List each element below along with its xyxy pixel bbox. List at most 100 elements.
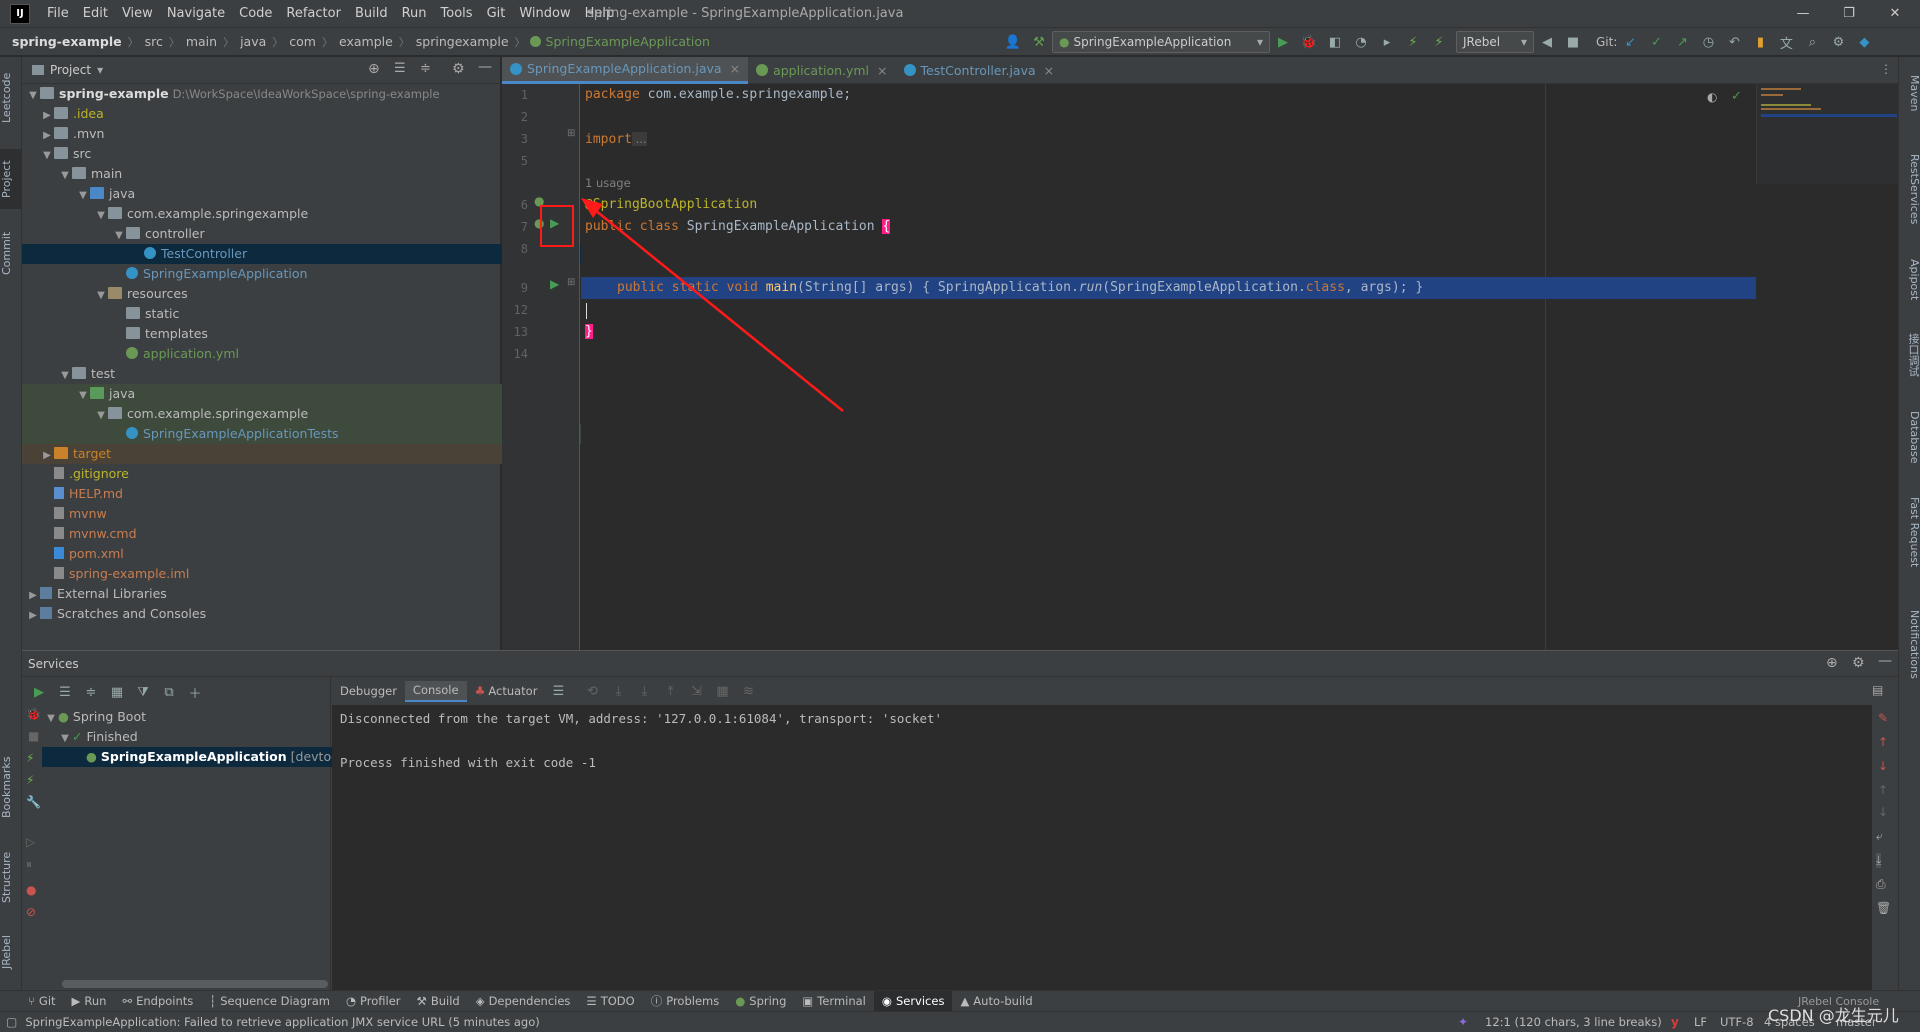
breadcrumb-springexample[interactable]: springexample <box>414 34 511 49</box>
breadcrumb-class[interactable]: SpringExampleApplication <box>544 34 712 49</box>
menu-tools[interactable]: Tools <box>434 0 480 28</box>
chevron-down-icon[interactable]: ▼ <box>26 86 40 106</box>
tree-item-mvnw-cmd[interactable]: mvnw.cmd <box>22 524 533 544</box>
tool-services[interactable]: ◉ Services <box>873 990 953 1012</box>
close-tab-icon[interactable]: × <box>1044 63 1054 78</box>
tab-console[interactable]: Console <box>404 680 467 702</box>
reader-mode-icon[interactable]: ◐ <box>1707 90 1717 104</box>
more-run-icon[interactable]: ▸ <box>1376 31 1398 53</box>
close-icon[interactable]: ✕ <box>1872 0 1918 28</box>
tool-tab-database[interactable]: Database <box>1899 402 1920 472</box>
status-toggle-icon[interactable]: ▢ <box>6 1015 17 1029</box>
mute-breakpoints-icon[interactable]: ⊘ <box>26 905 36 919</box>
tool-tab-jrebel[interactable]: JRebel <box>0 922 22 982</box>
hide-panel-icon[interactable]: — <box>478 59 492 75</box>
chevron-down-icon[interactable]: ▼ <box>94 286 108 306</box>
menu-window[interactable]: Window <box>512 0 577 28</box>
menu-run[interactable]: Run <box>395 0 434 28</box>
tab-debugger[interactable]: Debugger <box>332 681 405 702</box>
usage-hint[interactable]: 1 usage <box>585 176 631 190</box>
run-icon[interactable]: ▶ <box>1272 31 1294 53</box>
breadcrumb-project[interactable]: spring-example <box>10 34 124 49</box>
jrebel-status-icon[interactable]: y <box>1671 1015 1679 1029</box>
pause-icon[interactable]: ⏸ <box>26 857 32 872</box>
menu-code[interactable]: Code <box>232 0 279 28</box>
menu-refactor[interactable]: Refactor <box>279 0 348 28</box>
tool-tab-apipost[interactable]: Apipost <box>1899 247 1920 312</box>
breakpoints-icon[interactable]: ● <box>26 883 36 897</box>
chevron-down-icon[interactable]: ▼ <box>44 709 58 729</box>
tool-auto-build[interactable]: ▲ Auto-build <box>952 991 1040 1012</box>
clear-icon[interactable]: ✎ <box>1878 711 1888 725</box>
expand-all-icon[interactable]: ☰ <box>54 681 76 703</box>
new-tab-icon[interactable]: ⧉ <box>158 681 180 703</box>
chevron-down-icon[interactable]: ▼ <box>40 146 54 166</box>
locate-icon[interactable]: ⊕ <box>368 61 380 77</box>
fold-icon[interactable]: ⊞ <box>567 277 575 288</box>
menu-build[interactable]: Build <box>348 0 395 28</box>
service-springexampleapplication[interactable]: ● SpringExampleApplication [devtools] <box>42 747 372 767</box>
collapse-all-icon[interactable]: ≑ <box>80 681 102 703</box>
run-main-gutter-icon[interactable]: ▶ <box>550 277 559 291</box>
tree-item-test[interactable]: ▼ test <box>22 364 537 384</box>
chevron-down-icon[interactable]: ▼ <box>58 729 72 749</box>
menu-git[interactable]: Git <box>480 0 513 28</box>
chevron-down-icon[interactable]: ▾ <box>97 63 103 77</box>
tree-item-help-md[interactable]: HELP.md <box>22 484 533 504</box>
fold-icon[interactable]: ⊞ <box>567 128 575 139</box>
tab-application-yml[interactable]: application.yml × <box>748 57 895 84</box>
close-tab-icon[interactable]: × <box>877 63 887 78</box>
settings-gear-icon[interactable]: ⚙ <box>452 61 465 77</box>
tool-git[interactable]: ⑂ Git <box>20 991 64 1012</box>
tool-tab-api-debug[interactable]: 接口调试 <box>1899 325 1920 385</box>
breadcrumb-example[interactable]: example <box>337 34 395 49</box>
tool-build[interactable]: ⚒ Build <box>409 991 468 1012</box>
jrebel-run-icon[interactable]: ⚡ <box>1402 31 1424 53</box>
tool-tab-bookmarks[interactable]: Bookmarks <box>0 747 22 827</box>
tool-sequence-diagram[interactable]: ┆ Sequence Diagram <box>201 991 338 1012</box>
plugin-icon[interactable]: ▮ <box>1749 31 1771 53</box>
chevron-down-icon[interactable]: ▼ <box>76 386 90 406</box>
breadcrumb-com[interactable]: com <box>287 34 318 49</box>
collapse-all-icon[interactable]: ≑ <box>420 61 431 76</box>
stop-icon[interactable]: ■ <box>1562 31 1584 53</box>
more-tabs-icon[interactable]: ⋮ <box>1880 62 1892 76</box>
filter-icon[interactable]: ⧩ <box>132 681 154 703</box>
jrebel-icon[interactable]: ⚡ <box>26 751 34 765</box>
tab-testcontroller[interactable]: TestController.java × <box>896 57 1063 84</box>
jrebel-debug-icon[interactable]: ⚡ <box>1428 31 1450 53</box>
tool-problems[interactable]: ⓘ Problems <box>643 991 728 1012</box>
trace-icon[interactable]: ≋ <box>737 680 759 702</box>
tree-item-external-libraries[interactable]: ▶ External Libraries <box>22 584 505 604</box>
menu-edit[interactable]: Edit <box>76 0 115 28</box>
status-message[interactable]: SpringExampleApplication: Failed to retr… <box>25 1015 539 1029</box>
chevron-down-icon[interactable]: ▼ <box>58 366 72 386</box>
tree-item-src[interactable]: ▼ src <box>22 144 519 164</box>
tool-run[interactable]: ▶ Run <box>64 991 115 1012</box>
breadcrumb-java[interactable]: java <box>238 34 268 49</box>
stop-icon[interactable]: ■ <box>28 729 39 743</box>
code-minimap[interactable] <box>1756 84 1898 184</box>
tool-tab-leetcode[interactable]: Leetcode <box>0 63 22 133</box>
menu-navigate[interactable]: Navigate <box>160 0 232 28</box>
chevron-right-icon[interactable]: ▶ <box>40 446 54 466</box>
tree-item-main[interactable]: ▼ main <box>22 164 537 184</box>
hide-panel-icon[interactable]: — <box>1878 653 1892 669</box>
code-editor[interactable]: package com.example.springexample; impor… <box>581 84 1756 650</box>
chevron-down-icon[interactable]: ▼ <box>94 206 108 226</box>
tree-item-scratches[interactable]: ▶ Scratches and Consoles <box>22 604 505 624</box>
console-output[interactable]: Disconnected from the target VM, address… <box>332 705 1872 991</box>
run-config-select[interactable]: ● SpringExampleApplication ▾ <box>1052 31 1270 53</box>
chevron-down-icon[interactable]: ▼ <box>94 406 108 426</box>
coverage-icon[interactable]: ◧ <box>1324 31 1346 53</box>
settings-gear-icon[interactable]: ⚙ <box>1827 31 1849 53</box>
tool-endpoints[interactable]: ⚯ Endpoints <box>114 991 201 1012</box>
git-commit-icon[interactable]: ✓ <box>1645 31 1667 53</box>
up-arrow-icon[interactable]: ↑ <box>1878 783 1888 797</box>
tool-tab-notifications[interactable]: Notifications <box>1899 597 1920 692</box>
print-icon[interactable]: ⎙ <box>1876 877 1886 892</box>
git-history-icon[interactable]: ◷ <box>1697 31 1719 53</box>
add-service-icon[interactable]: ⊕ <box>1826 655 1838 671</box>
tool-terminal[interactable]: ▣ Terminal <box>794 991 873 1012</box>
step-over-icon[interactable]: ⤓ <box>607 680 629 702</box>
